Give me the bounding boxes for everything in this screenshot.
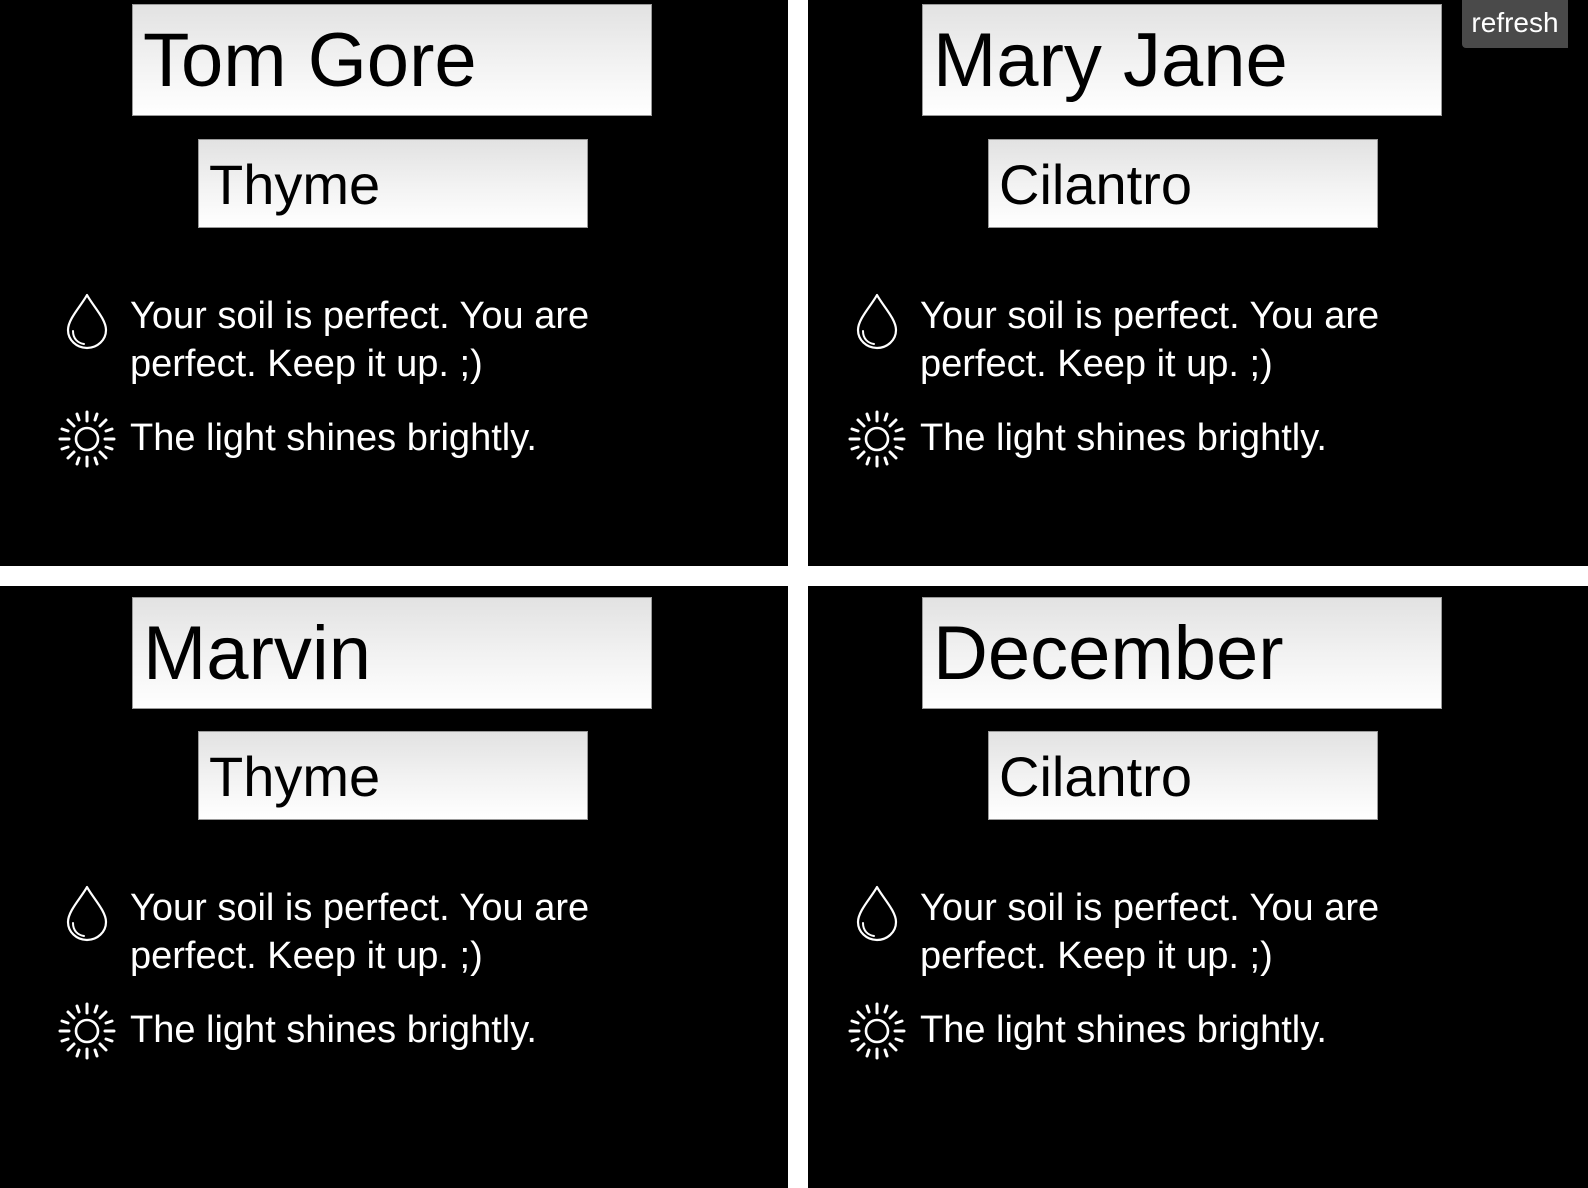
water-drop-icon bbox=[856, 293, 898, 350]
water-drop-icon bbox=[66, 885, 108, 942]
owner-name: Tom Gore bbox=[132, 4, 652, 116]
plant-name: Cilantro bbox=[988, 731, 1378, 820]
soil-status-text: Your soil is perfect. You are perfect. K… bbox=[920, 295, 1380, 385]
light-status-text: The light shines brightly. bbox=[130, 1009, 537, 1051]
refresh-button[interactable]: refresh bbox=[1462, 0, 1568, 48]
sun-icon bbox=[58, 1002, 116, 1060]
plant-dashboard: Tom Gore Thyme Your soil is perfect. You… bbox=[0, 0, 1588, 1188]
plant-name: Thyme bbox=[198, 731, 588, 820]
plant-panel-tom-gore: Tom Gore Thyme Your soil is perfect. You… bbox=[0, 0, 788, 566]
plant-panel-marvin: Marvin Thyme Your soil is perfect. You a… bbox=[0, 586, 788, 1188]
sun-icon bbox=[58, 410, 116, 468]
soil-status-text: Your soil is perfect. You are perfect. K… bbox=[130, 295, 590, 385]
light-status-text: The light shines brightly. bbox=[920, 417, 1327, 459]
owner-name: Marvin bbox=[132, 597, 652, 709]
soil-status-text: Your soil is perfect. You are perfect. K… bbox=[920, 887, 1380, 977]
light-status-text: The light shines brightly. bbox=[920, 1009, 1327, 1051]
plant-name: Cilantro bbox=[988, 139, 1378, 228]
water-drop-icon bbox=[856, 885, 898, 942]
water-drop-icon bbox=[66, 293, 108, 350]
sun-icon bbox=[848, 410, 906, 468]
plant-name: Thyme bbox=[198, 139, 588, 228]
owner-name: Mary Jane bbox=[922, 4, 1442, 116]
light-status-text: The light shines brightly. bbox=[130, 417, 537, 459]
plant-panel-mary-jane: Mary Jane Cilantro Your soil is perfect.… bbox=[808, 0, 1588, 566]
plant-panel-december: December Cilantro Your soil is perfect. … bbox=[808, 586, 1588, 1188]
soil-status-text: Your soil is perfect. You are perfect. K… bbox=[130, 887, 590, 977]
owner-name: December bbox=[922, 597, 1442, 709]
sun-icon bbox=[848, 1002, 906, 1060]
